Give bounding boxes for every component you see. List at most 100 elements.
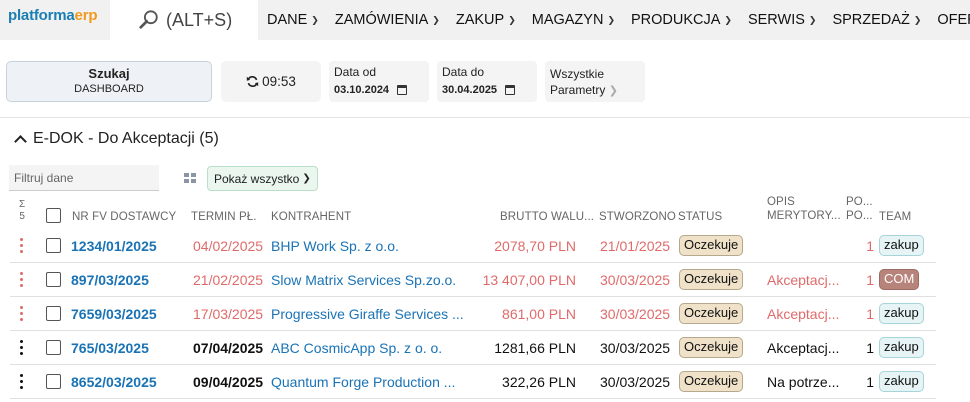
column-header-termin[interactable]: TERMIN PŁ.: [191, 211, 257, 223]
contractor-name[interactable]: Slow Matrix Services Sp.zo.o.: [271, 272, 456, 288]
table-row[interactable]: 8652/03/2025 09/04/2025 Quantum Forge Prod…: [10, 365, 936, 399]
column-header-kontrahent[interactable]: KONTRAHENT: [271, 211, 351, 223]
row-checkbox[interactable]: [46, 374, 61, 389]
table-row[interactable]: 765/03/2025 07/04/2025 ABC CosmicApp Sp. z…: [10, 331, 936, 365]
chevron-right-icon: ❯: [608, 85, 618, 97]
due-date: 17/03/2025: [193, 306, 264, 322]
filter-input[interactable]: [9, 165, 159, 191]
invoice-number[interactable]: 897/03/2025: [71, 272, 149, 288]
main-menu: DANE ❯ ZAMÓWIENIA ❯ ZAKUP ❯ MAGAZYN ❯ PRODUK…: [258, 0, 970, 40]
calendar-icon[interactable]: [505, 85, 516, 95]
chevron-right-icon: ❯: [302, 173, 311, 184]
description: Akceptacj...: [767, 340, 840, 356]
chevron-down-icon: ❯: [808, 14, 817, 25]
show-all-button[interactable]: Pokaż wszystko ❯: [207, 166, 318, 191]
invoice-number[interactable]: 765/03/2025: [71, 340, 149, 356]
refresh-button[interactable]: 09:53: [221, 61, 321, 102]
status-badge: Oczekuje: [679, 371, 744, 392]
refresh-time: 09:53: [262, 74, 296, 89]
team-badge: COM: [879, 269, 920, 290]
row-menu-icon[interactable]: [20, 340, 23, 356]
column-header-team[interactable]: TEAM: [879, 211, 911, 223]
row-checkbox[interactable]: [46, 340, 61, 355]
row-menu-icon[interactable]: [20, 238, 23, 254]
description: Akceptacj...: [767, 306, 840, 322]
invoice-number[interactable]: 7659/03/2025: [71, 306, 157, 322]
menu-oferty[interactable]: OFERTY❯: [928, 12, 970, 28]
status-badge: Oczekuje: [679, 235, 744, 256]
contractor-name[interactable]: BHP Work Sp. z o.o.: [271, 238, 399, 254]
column-header-status[interactable]: STATUS: [678, 211, 722, 223]
select-all-checkbox[interactable]: [46, 208, 61, 223]
gross-amount: 861,00 PLN: [502, 306, 576, 322]
row-checkbox[interactable]: [46, 272, 61, 287]
chevron-down-icon: ❯: [913, 14, 922, 25]
created-date: 30/03/2025: [600, 340, 671, 356]
table-row[interactable]: 1234/01/2025 04/02/2025 BHP Work Sp. z o.o…: [10, 229, 936, 263]
date-from-field[interactable]: Data od 03.10.2024: [329, 61, 429, 102]
parameters-button[interactable]: Wszystkie Parametry ❯: [545, 61, 645, 102]
invoice-number[interactable]: 8652/03/2025: [71, 374, 157, 390]
po-count: 1: [866, 340, 874, 356]
menu-dane[interactable]: DANE ❯: [258, 12, 326, 28]
contractor-name[interactable]: Quantum Forge Production ...: [271, 374, 455, 390]
po-count: 1: [866, 238, 874, 254]
column-header-brutto[interactable]: BRUTTO WALU...: [500, 211, 594, 223]
column-header-stworzono[interactable]: STWORZONO: [599, 211, 676, 223]
team-badge: zakup: [879, 303, 924, 324]
created-date: 30/03/2025: [600, 272, 671, 288]
status-badge: Oczekuje: [679, 269, 744, 290]
chevron-up-icon[interactable]: [14, 135, 27, 148]
menu-zakup[interactable]: ZAKUP ❯: [447, 12, 523, 28]
section-title: E-DOK - Do Akceptacji (5): [33, 130, 219, 147]
chevron-down-icon: ❯: [311, 14, 319, 25]
column-header-po[interactable]: PO... PO...: [846, 196, 873, 222]
row-menu-icon[interactable]: [20, 306, 23, 322]
menu-magazyn[interactable]: MAGAZYN ❯: [523, 12, 622, 28]
row-menu-icon[interactable]: [20, 374, 23, 390]
table-row[interactable]: 7659/03/2025 17/03/2025 Progressive Giraff…: [10, 297, 936, 331]
menu-sprzedaz[interactable]: SPRZEDAŻ ❯: [823, 12, 928, 28]
po-count: 1: [866, 374, 874, 390]
search-dashboard-button[interactable]: Szukaj DASHBOARD: [6, 61, 212, 102]
column-header-nr[interactable]: NR FV DOSTAWCY: [72, 211, 176, 223]
divider: [0, 117, 970, 118]
menu-produkcja[interactable]: PRODUKCJA ❯: [622, 12, 739, 28]
description: Na potrze...: [767, 374, 840, 390]
gross-amount: 2078,70 PLN: [494, 238, 576, 254]
calendar-icon[interactable]: [397, 85, 408, 95]
gross-amount: 13 407,00 PLN: [482, 272, 576, 288]
chevron-down-icon: ❯: [432, 14, 440, 25]
created-date: 30/03/2025: [600, 374, 671, 390]
invoice-number[interactable]: 1234/01/2025: [71, 238, 157, 254]
table-row[interactable]: 897/03/2025 21/02/2025 Slow Matrix Service…: [10, 263, 936, 297]
due-date: 07/04/2025: [193, 340, 264, 356]
created-date: 30/03/2025: [600, 306, 671, 322]
created-date: 21/01/2025: [600, 238, 671, 254]
contractor-name[interactable]: Progressive Giraffe Services ...: [271, 306, 464, 322]
contractor-name[interactable]: ABC CosmicApp Sp. z o. o.: [271, 340, 442, 356]
team-badge: zakup: [879, 371, 924, 392]
global-search[interactable]: (ALT+S): [110, 0, 258, 40]
due-date: 04/02/2025: [193, 238, 264, 254]
description: Akceptacj...: [767, 272, 840, 288]
row-checkbox[interactable]: [46, 238, 61, 253]
top-bar: platformaerp (ALT+S) DANE ❯ ZAMÓWIENIA ❯ Z…: [0, 0, 970, 40]
gross-amount: 322,26 PLN: [502, 374, 576, 390]
row-menu-icon[interactable]: [20, 272, 23, 288]
column-header-opis[interactable]: OPIS MERYTORY...: [767, 196, 841, 222]
app-logo[interactable]: platformaerp: [8, 7, 97, 24]
menu-serwis[interactable]: SERWIS ❯: [739, 12, 824, 28]
menu-zamowienia[interactable]: ZAMÓWIENIA ❯: [326, 12, 447, 28]
date-to-value: 30.04.2025: [442, 84, 498, 96]
date-from-value: 03.10.2024: [334, 84, 390, 96]
row-checkbox[interactable]: [46, 306, 61, 321]
due-date: 09/04/2025: [193, 374, 264, 390]
chevron-down-icon: ❯: [607, 14, 615, 25]
section-header[interactable]: E-DOK - Do Akceptacji (5): [14, 130, 219, 148]
grid-view-icon[interactable]: [184, 173, 196, 183]
search-shortcut: (ALT+S): [166, 9, 233, 30]
date-to-field[interactable]: Data do 30.04.2025: [437, 61, 537, 102]
chevron-down-icon: ❯: [724, 14, 732, 25]
status-badge: Oczekuje: [679, 337, 744, 358]
